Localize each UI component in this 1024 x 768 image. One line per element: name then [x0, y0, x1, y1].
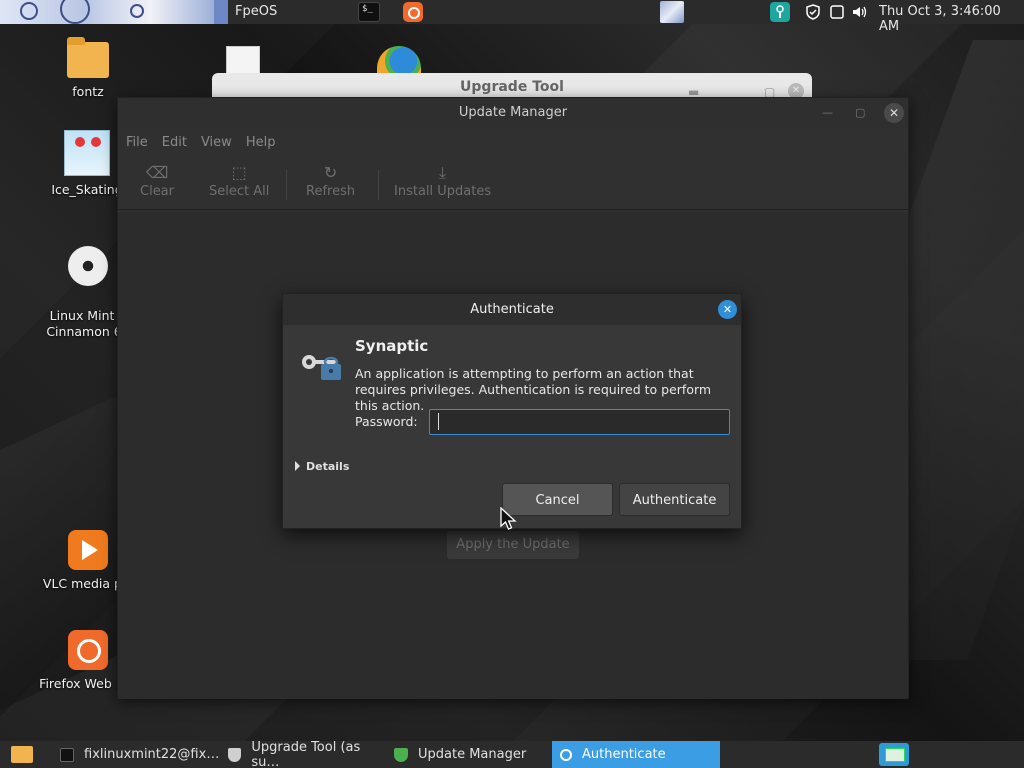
shield-icon[interactable] [804, 2, 822, 22]
window-thumbnail-image[interactable] [0, 0, 214, 24]
auth-title: Authenticate [470, 302, 554, 317]
download-icon: ⤓ [439, 163, 447, 182]
toolbar: ⌫ Clear ⬚ Select All ↻ Refresh ⤓ Install… [118, 158, 908, 210]
firefox-icon [68, 630, 108, 670]
taskbar: fixlinuxmint22@fix… Upgrade Tool (as su…… [0, 739, 1024, 768]
select-all-label: Select All [209, 184, 270, 199]
document-icon[interactable] [226, 46, 260, 76]
disclosure-triangle-icon [295, 461, 300, 471]
task-update-manager[interactable]: Update Manager [386, 741, 552, 768]
task-authenticate[interactable]: Authenticate [552, 741, 720, 768]
keyring-icon[interactable] [770, 2, 790, 22]
auth-app-name: Synaptic [355, 337, 429, 355]
update-shield-icon [394, 747, 408, 762]
refresh-button[interactable]: ↻ Refresh [306, 162, 355, 199]
panel-accent-edge [214, 0, 228, 24]
show-desktop-icon[interactable] [879, 743, 909, 766]
apply-update-button[interactable]: Apply the Update [447, 531, 579, 559]
disc-icon [68, 246, 108, 286]
tray-image-icon[interactable] [660, 1, 684, 23]
auth-message: An application is attempting to perform … [355, 366, 712, 413]
password-label: Password: [355, 414, 418, 429]
install-updates-button[interactable]: ⤓ Install Updates [394, 162, 491, 199]
authenticate-button[interactable]: Authenticate [619, 483, 730, 516]
desktop-icon-fontz[interactable]: fontz [33, 37, 143, 99]
close-icon[interactable]: ✕ [718, 300, 737, 319]
clear-button[interactable]: ⌫ Clear [140, 162, 174, 199]
task-label: Authenticate [582, 747, 666, 762]
firefox-icon[interactable] [403, 2, 423, 22]
key-icon [560, 748, 572, 761]
key-lock-icon [302, 355, 341, 380]
menu-bar: File Edit View Help [118, 128, 908, 156]
window-list-icon[interactable] [829, 2, 845, 22]
task-upgrade-tool[interactable]: Upgrade Tool (as su… [220, 739, 386, 768]
menu-file[interactable]: File [126, 135, 148, 150]
task-label: Upgrade Tool (as su… [251, 739, 361, 768]
backspace-icon: ⌫ [145, 163, 169, 182]
authenticate-dialog: Authenticate ✕ Synaptic An application i… [282, 293, 742, 529]
text-caret [438, 413, 439, 430]
select-all-button[interactable]: ⬚ Select All [209, 162, 269, 199]
refresh-label: Refresh [306, 184, 356, 199]
toolbar-separator [286, 170, 287, 200]
upgrade-tool-title: Upgrade Tool [460, 79, 564, 95]
image-icon [64, 130, 110, 176]
clock[interactable]: Thu Oct 3, 3:46:00 AM [879, 4, 1024, 34]
details-expander[interactable]: Details [295, 460, 349, 473]
minimize-icon[interactable]: — [822, 106, 833, 119]
auth-titlebar[interactable]: Authenticate ✕ [283, 294, 741, 325]
task-terminal[interactable]: fixlinuxmint22@fix… [52, 741, 220, 768]
select-all-icon: ⬚ [231, 163, 247, 182]
top-panel: FpeOS $_ Thu Oct 3, 3:46:00 AM [0, 0, 1024, 34]
password-field[interactable] [429, 409, 730, 435]
update-manager-titlebar[interactable]: Update Manager — ▢ ✕ [118, 98, 908, 128]
update-manager-title: Update Manager [458, 105, 568, 120]
menu-help[interactable]: Help [246, 135, 276, 150]
terminal-icon [60, 747, 74, 762]
details-label: Details [306, 460, 350, 473]
toolbar-separator [378, 170, 379, 200]
menu-view[interactable]: View [201, 135, 232, 150]
active-window-title[interactable]: FpeOS [235, 4, 277, 19]
task-label: fixlinuxmint22@fix… [84, 747, 220, 762]
close-icon[interactable]: ✕ [884, 103, 904, 123]
folder-icon [67, 37, 109, 78]
mouse-pointer-icon [500, 507, 517, 530]
volume-icon[interactable] [851, 2, 869, 22]
clear-label: Clear [140, 184, 174, 199]
shield-icon [228, 747, 242, 762]
menu-edit[interactable]: Edit [162, 135, 187, 150]
vlc-icon [68, 530, 108, 570]
task-label: Update Manager [418, 747, 527, 762]
refresh-icon: ↻ [323, 163, 338, 182]
maximize-icon[interactable]: ▢ [855, 106, 865, 119]
file-manager-icon[interactable] [11, 746, 33, 763]
install-updates-label: Install Updates [394, 184, 492, 199]
terminal-icon[interactable]: $_ [358, 2, 380, 22]
